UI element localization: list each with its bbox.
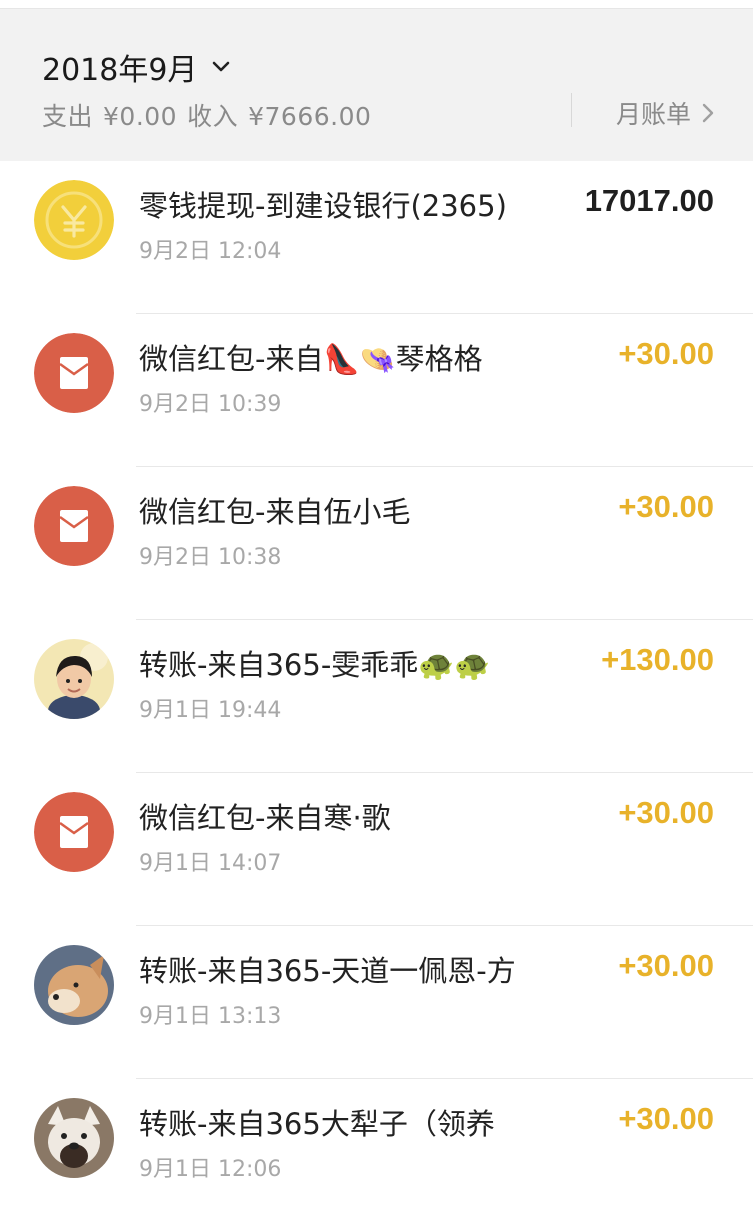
coin-icon <box>34 180 114 260</box>
transaction-row[interactable]: 微信红包-来自寒·歌 9月1日 14:07 +30.00 <box>0 773 753 926</box>
transaction-amount: +30.00 <box>618 489 714 524</box>
transaction-row[interactable]: 微信红包-来自伍小毛 9月2日 10:38 +30.00 <box>0 467 753 620</box>
transaction-row[interactable]: 转账-来自365大犁子（领养 9月1日 12:06 +30.00 <box>0 1079 753 1232</box>
transaction-time: 9月2日 10:39 <box>139 392 282 417</box>
transaction-title: 微信红包-来自👠👒琴格格 <box>139 342 483 376</box>
bulldog-avatar-icon <box>34 1098 114 1178</box>
expense-value: ¥0.00 <box>103 102 178 131</box>
transaction-list: 零钱提现-到建设银行(2365) 9月2日 12:04 17017.00 微信红… <box>0 161 753 1232</box>
transaction-amount: +30.00 <box>618 795 714 830</box>
transaction-row[interactable]: 零钱提现-到建设银行(2365) 9月2日 12:04 17017.00 <box>0 161 753 314</box>
monthly-bill-link[interactable]: 月账单 <box>616 95 715 131</box>
red-packet-icon <box>34 792 114 872</box>
transaction-amount: +130.00 <box>601 642 714 677</box>
status-strip <box>0 0 753 9</box>
month-selector[interactable]: 2018年9月 <box>42 45 231 89</box>
expense-label: 支出 <box>42 102 94 131</box>
header-divider <box>571 93 572 127</box>
transaction-amount: +30.00 <box>618 948 714 983</box>
red-packet-icon <box>34 333 114 413</box>
dog-avatar-icon <box>34 945 114 1025</box>
transaction-time: 9月2日 12:04 <box>139 239 282 264</box>
red-packet-icon <box>34 486 114 566</box>
transaction-row[interactable]: 转账-来自365-天道一佩恩-方 9月1日 13:13 +30.00 <box>0 926 753 1079</box>
transaction-title: 转账-来自365-雯乖乖🐢🐢 <box>139 648 491 682</box>
transaction-title: 微信红包-来自寒·歌 <box>139 801 391 835</box>
transaction-row[interactable]: 转账-来自365-雯乖乖🐢🐢 9月1日 19:44 +130.00 <box>0 620 753 773</box>
transaction-title: 零钱提现-到建设银行(2365) <box>139 189 507 223</box>
transaction-title: 转账-来自365大犁子（领养 <box>139 1107 495 1141</box>
child-avatar-icon <box>34 639 114 719</box>
transaction-time: 9月1日 19:44 <box>139 698 282 723</box>
chevron-down-icon <box>213 61 230 72</box>
transaction-row[interactable]: 微信红包-来自👠👒琴格格 9月2日 10:39 +30.00 <box>0 314 753 467</box>
chevron-right-icon <box>702 103 714 123</box>
transaction-time: 9月1日 14:07 <box>139 851 282 876</box>
transaction-amount: +30.00 <box>618 336 714 371</box>
month-header: 2018年9月 支出 ¥0.00 收入 ¥7666.00 月账单 <box>0 9 753 161</box>
income-label: 收入 <box>187 102 239 131</box>
transaction-time: 9月1日 12:06 <box>139 1157 282 1182</box>
transaction-time: 9月2日 10:38 <box>139 545 282 570</box>
transaction-amount: 17017.00 <box>584 183 714 218</box>
monthly-bill-label: 月账单 <box>616 100 692 129</box>
month-summary: 支出 ¥0.00 收入 ¥7666.00 <box>42 97 381 133</box>
income-value: ¥7666.00 <box>248 102 372 131</box>
transaction-amount: +30.00 <box>618 1101 714 1136</box>
transaction-title: 转账-来自365-天道一佩恩-方 <box>139 954 516 988</box>
transaction-time: 9月1日 13:13 <box>139 1004 282 1029</box>
transaction-title: 微信红包-来自伍小毛 <box>139 495 411 529</box>
month-label: 2018年9月 <box>42 53 198 88</box>
